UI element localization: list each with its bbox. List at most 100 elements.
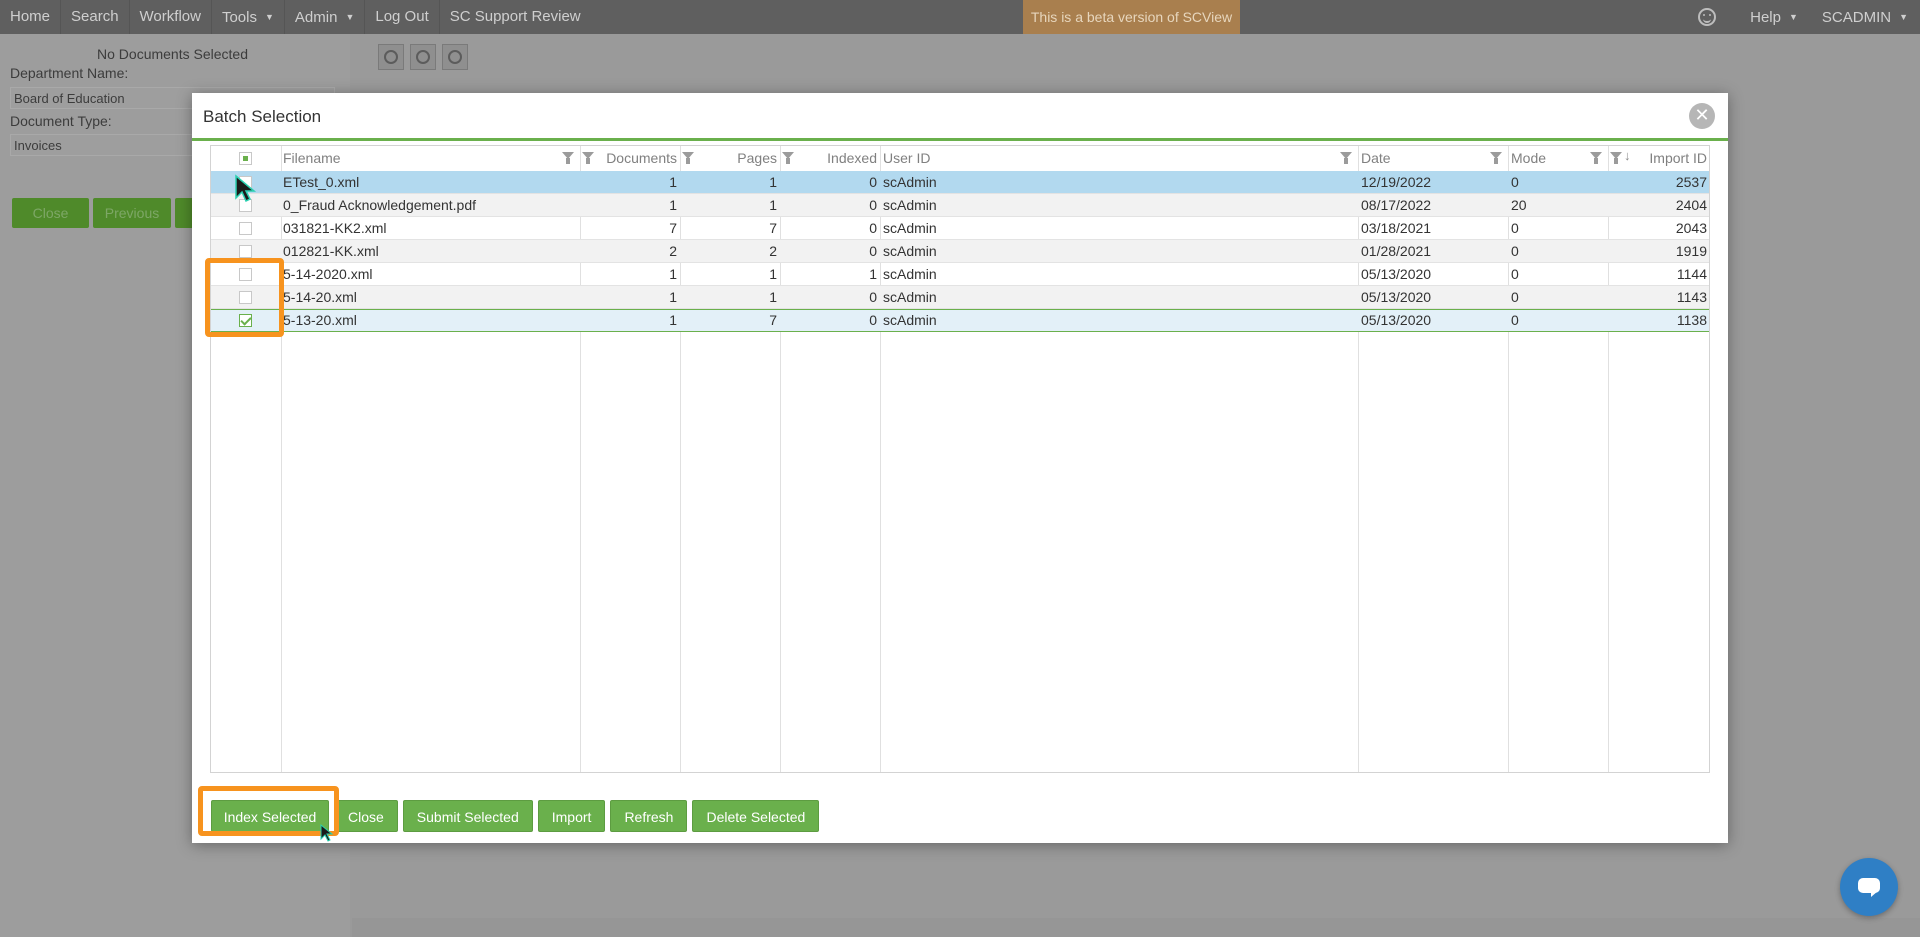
filter-icon[interactable] (682, 152, 694, 164)
cell-pages: 7 (769, 312, 777, 328)
filter-icon[interactable] (1490, 152, 1502, 164)
main-menu: Home Search Workflow Tools ▼ Admin ▼ Log O… (0, 0, 591, 34)
cell-pages: 1 (769, 289, 777, 305)
doctype-label: Document Type: (10, 113, 112, 129)
nav-search[interactable]: Search (61, 0, 130, 34)
nav-sc-support-review[interactable]: SC Support Review (440, 0, 591, 34)
cell-documents: 1 (669, 312, 677, 328)
cell-import-id: 1919 (1675, 243, 1707, 259)
cell-pages: 1 (769, 197, 777, 213)
cell-import-id: 2043 (1675, 220, 1707, 236)
cell-filename: ETest_0.xml (283, 174, 360, 190)
nav-admin-label: Admin (294, 9, 338, 26)
filter-icon[interactable] (562, 152, 574, 164)
col-filename[interactable]: Filename (283, 146, 341, 171)
col-mode[interactable]: Mode (1511, 146, 1546, 171)
col-user-id[interactable]: User ID (883, 146, 930, 171)
index-button-highlight (198, 786, 339, 836)
row-checkbox[interactable] (239, 222, 252, 235)
cell-indexed: 0 (869, 243, 877, 259)
cell-user: scAdmin (883, 312, 937, 328)
select-all-checkbox[interactable] (239, 152, 252, 165)
batch-grid: Filename Documents Pages Indexed User ID… (210, 145, 1710, 773)
table-row[interactable]: 012821-KK.xml 2 2 0 scAdmin 01/28/2021 0… (211, 240, 1709, 263)
sort-desc-icon[interactable]: ↓ (1624, 148, 1631, 163)
nav-home[interactable]: Home (0, 0, 62, 34)
filter-icon[interactable] (782, 152, 794, 164)
batch-selection-dialog: Batch Selection ✕ Filename Documents Pag… (192, 93, 1728, 843)
refresh-button[interactable]: Refresh (610, 800, 688, 832)
cell-date: 03/18/2021 (1361, 220, 1432, 236)
zoom-out-icon[interactable] (378, 44, 404, 70)
close-icon[interactable]: ✕ (1689, 103, 1715, 129)
cell-date: 08/17/2022 (1361, 197, 1432, 213)
table-row[interactable]: 0_Fraud Acknowledgement.pdf 1 1 0 scAdmi… (211, 194, 1709, 217)
nav-tools[interactable]: Tools ▼ (212, 0, 285, 34)
cell-pages: 2 (769, 243, 777, 259)
cell-mode: 0 (1511, 220, 1519, 236)
filter-icon[interactable] (1590, 152, 1602, 164)
submit-selected-button[interactable]: Submit Selected (402, 800, 533, 832)
cell-date: 01/28/2021 (1361, 243, 1432, 259)
user-menu: Help ▼ SCADMIN ▼ (1698, 0, 1920, 34)
selection-status: No Documents Selected (97, 46, 248, 62)
cell-import-id: 1144 (1676, 266, 1707, 282)
cell-user: scAdmin (883, 197, 937, 213)
table-row[interactable]: 5-14-20.xml 1 1 0 scAdmin 05/13/2020 0 1… (211, 286, 1709, 309)
table-row[interactable]: 5-14-2020.xml 1 1 1 scAdmin 05/13/2020 0… (211, 263, 1709, 286)
nav-workflow[interactable]: Workflow (130, 0, 212, 34)
feedback-smiley-icon[interactable] (1698, 8, 1717, 26)
nav-logout[interactable]: Log Out (365, 0, 440, 34)
col-indexed[interactable]: Indexed (801, 146, 877, 171)
row-checkbox[interactable] (239, 245, 252, 258)
col-pages[interactable]: Pages (701, 146, 777, 171)
filter-icon[interactable] (1610, 152, 1622, 164)
dialog-title: Batch Selection (203, 107, 322, 126)
chevron-down-icon: ▼ (1788, 12, 1798, 22)
cell-mode: 20 (1511, 197, 1527, 213)
chat-icon[interactable] (1840, 858, 1898, 916)
cell-filename: 0_Fraud Acknowledgement.pdf (283, 197, 477, 213)
cell-mode: 0 (1511, 174, 1519, 190)
viewer-scrollbar[interactable] (352, 918, 1920, 937)
panel-close-button[interactable]: Close (12, 198, 89, 228)
filter-icon[interactable] (1340, 152, 1352, 164)
nav-user[interactable]: SCADMIN ▼ (1810, 0, 1920, 34)
cell-date: 05/13/2020 (1361, 289, 1432, 305)
top-nav-bar: Home Search Workflow Tools ▼ Admin ▼ Log O… (0, 0, 1920, 34)
col-import-id[interactable]: Import ID (1631, 146, 1707, 171)
table-row[interactable]: 5-13-20.xml 1 7 0 scAdmin 05/13/2020 0 1… (211, 309, 1709, 332)
col-date[interactable]: Date (1361, 146, 1391, 171)
cell-indexed: 0 (869, 312, 877, 328)
cell-filename: 5-14-2020.xml (283, 266, 373, 282)
chevron-down-icon: ▼ (345, 12, 355, 22)
table-row[interactable]: 031821-KK2.xml 7 7 0 scAdmin 03/18/2021 … (211, 217, 1709, 240)
panel-previous-button[interactable]: Previous (93, 198, 171, 228)
nav-help[interactable]: Help ▼ (1738, 0, 1810, 34)
fit-page-icon[interactable] (442, 44, 468, 70)
nav-user-label: SCADMIN (1821, 9, 1892, 26)
cell-indexed: 0 (869, 197, 877, 213)
cell-pages: 1 (769, 266, 777, 282)
close-button[interactable]: Close (334, 800, 398, 832)
cell-pages: 1 (769, 174, 777, 190)
cell-import-id: 2537 (1675, 174, 1707, 190)
grid-header: Filename Documents Pages Indexed User ID… (211, 146, 1709, 172)
cell-filename: 5-14-20.xml (283, 289, 357, 305)
nav-admin[interactable]: Admin ▼ (285, 0, 366, 34)
cell-import-id: 1138 (1676, 312, 1707, 328)
delete-selected-button[interactable]: Delete Selected (692, 800, 820, 832)
filter-icon[interactable] (582, 152, 594, 164)
beta-banner: This is a beta version of SCView (1023, 0, 1240, 34)
import-button[interactable]: Import (537, 800, 606, 832)
cell-indexed: 0 (869, 289, 877, 305)
cell-indexed: 0 (869, 174, 877, 190)
cell-user: scAdmin (883, 174, 937, 190)
col-documents[interactable]: Documents (601, 146, 677, 171)
table-row[interactable]: ETest_0.xml 1 1 0 scAdmin 12/19/2022 0 2… (211, 171, 1709, 194)
zoom-in-icon[interactable] (410, 44, 436, 70)
chevron-down-icon: ▼ (264, 12, 274, 22)
cell-documents: 7 (669, 220, 677, 236)
cell-user: scAdmin (883, 266, 937, 282)
cell-documents: 1 (669, 266, 677, 282)
